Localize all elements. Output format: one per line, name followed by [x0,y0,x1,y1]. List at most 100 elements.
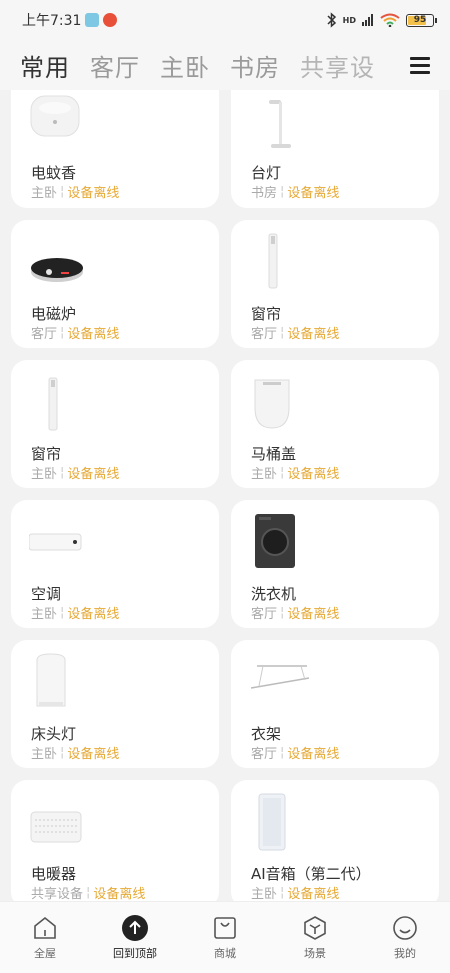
profile-icon [393,915,417,940]
mosquito-repellent-icon [30,95,80,137]
device-room: 主卧 [251,887,278,902]
device-room: 主卧 [31,186,58,201]
device-meta: 主卧 ¦ 设备离线 [31,182,119,201]
tab-living-room[interactable]: 客厅 [90,48,140,83]
meta-separator: ¦ [280,885,285,900]
device-name: 床头灯 [31,725,77,743]
device-card[interactable]: 空调 主卧 ¦ 设备离线 [11,500,219,628]
device-status: 设备离线 [287,467,340,482]
meta-separator: ¦ [280,184,285,199]
device-room: 客厅 [251,747,278,762]
nav-label: 我的 [394,946,416,960]
device-room: 客厅 [251,607,278,622]
device-meta: 主卧 ¦ 设备离线 [251,463,339,482]
induction-cooker-icon [31,258,83,282]
device-name: AI音箱（第二代） [251,865,371,883]
device-name: 台灯 [251,164,282,182]
meta-separator: ¦ [60,745,65,760]
tab-master-bedroom[interactable]: 主卧 [160,48,210,83]
device-meta: 主卧 ¦ 设备离线 [31,603,119,622]
device-card[interactable]: 电蚊香 主卧 ¦ 设备离线 [11,90,219,208]
meta-separator: ¦ [280,745,285,760]
device-card[interactable]: 洗衣机 客厅 ¦ 设备离线 [231,500,439,628]
device-name: 电磁炉 [31,305,77,323]
device-status: 设备离线 [287,186,340,201]
device-status: 设备离线 [67,467,120,482]
washing-machine-icon [255,514,295,568]
device-card[interactable]: 电暖器 共享设备 ¦ 设备离线 [11,780,219,908]
device-name: 电蚊香 [31,164,77,182]
tab-shared-devices[interactable]: 共享设 [300,48,375,83]
nav-shop[interactable]: 商城 [185,915,265,961]
device-meta: 主卧 ¦ 设备离线 [31,463,119,482]
menu-button[interactable] [390,40,450,90]
device-room: 主卧 [251,467,278,482]
toilet-seat-icon [254,379,290,429]
nav-back-to-top[interactable]: 回到顶部 [95,914,175,961]
room-tabs: 常用 客厅 主卧 书房 共享设 [20,48,390,83]
device-status: 设备离线 [287,607,340,622]
device-meta: 客厅 ¦ 设备离线 [31,323,119,342]
meta-separator: ¦ [280,465,285,480]
meta-separator: ¦ [280,325,285,340]
device-room: 客厅 [31,327,58,342]
device-card[interactable]: 床头灯 主卧 ¦ 设备离线 [11,640,219,768]
device-card[interactable]: 窗帘 主卧 ¦ 设备离线 [11,360,219,488]
app-notification-icon [85,13,100,27]
device-card[interactable]: AI音箱（第二代） 主卧 ¦ 设备离线 [231,780,439,908]
status-bar: 上午7:31 HD 95 [0,0,450,40]
device-meta: 客厅 ¦ 设备离线 [251,743,339,762]
desk-lamp-icon [269,100,291,148]
nav-profile[interactable]: 我的 [365,915,445,961]
device-meta: 共享设备 ¦ 设备离线 [31,883,145,902]
tab-study[interactable]: 书房 [230,48,280,83]
device-room: 客厅 [251,327,278,342]
device-name: 洗衣机 [251,585,297,603]
device-card[interactable]: 衣架 客厅 ¦ 设备离线 [231,640,439,768]
device-status: 设备离线 [67,327,120,342]
device-grid: 电蚊香 主卧 ¦ 设备离线 台灯 书房 ¦ 设备离线 电磁炉 客厅 ¦ 设备离线… [11,90,439,908]
signal-bars-icon [362,14,373,26]
wifi-icon [380,13,400,27]
nav-home[interactable]: 全屋 [5,915,85,961]
device-card[interactable]: 台灯 书房 ¦ 设备离线 [231,90,439,208]
menu-icon-line [410,63,430,67]
shop-icon [214,916,236,939]
device-status: 设备离线 [67,607,120,622]
device-name: 窗帘 [251,305,282,323]
device-card[interactable]: 窗帘 客厅 ¦ 设备离线 [231,220,439,348]
alarm-clock-icon [103,13,118,27]
device-status: 设备离线 [287,327,340,342]
device-status: 设备离线 [287,747,340,762]
device-name: 窗帘 [31,445,62,463]
menu-icon-line [410,56,430,60]
device-room: 共享设备 [31,887,84,902]
nav-label: 场景 [304,946,326,960]
meta-separator: ¦ [86,885,91,900]
home-icon [34,916,56,939]
status-right: HD 95 [327,12,437,28]
device-name: 衣架 [251,725,282,743]
device-name: 电暖器 [31,865,77,883]
meta-separator: ¦ [60,184,65,199]
nav-label: 回到顶部 [113,946,157,960]
smart-speaker-icon [258,793,286,851]
device-card[interactable]: 电磁炉 客厅 ¦ 设备离线 [11,220,219,348]
device-card[interactable]: 马桶盖 主卧 ¦ 设备离线 [231,360,439,488]
room-tab-bar: 常用 客厅 主卧 书房 共享设 [0,40,450,90]
device-meta: 客厅 ¦ 设备离线 [251,323,339,342]
device-meta: 主卧 ¦ 设备离线 [251,883,339,902]
device-status: 设备离线 [67,186,120,201]
nav-scene[interactable]: 场景 [275,915,355,961]
back-to-top-icon [122,914,148,941]
bedside-lamp-icon [36,653,66,707]
clothes-rack-icon [250,665,310,689]
menu-icon-line [410,70,430,74]
battery-icon: 95 [406,13,437,27]
nav-label: 全屋 [34,946,56,960]
scene-icon [304,915,326,940]
device-room: 书房 [251,186,278,201]
tab-favorites[interactable]: 常用 [20,48,70,83]
bottom-nav: 全屋 回到顶部 商城 场景 我的 [0,901,450,973]
device-status: 设备离线 [67,747,120,762]
